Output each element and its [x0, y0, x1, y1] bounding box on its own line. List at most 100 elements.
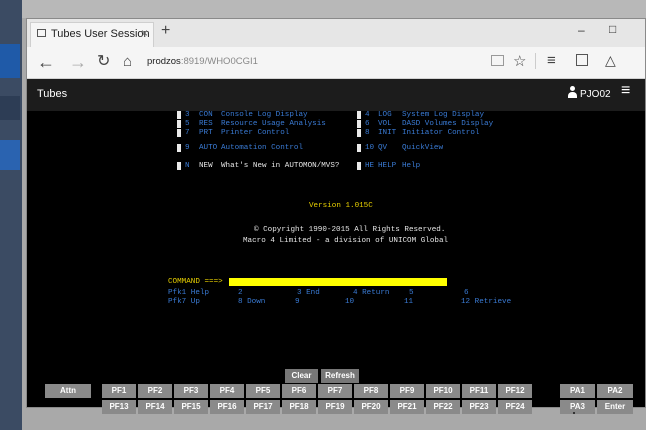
pf13-button[interactable]: PF13: [102, 400, 136, 414]
menu-option-code: INIT: [378, 129, 397, 137]
menu-option-code: PRT: [199, 129, 213, 137]
menu-option-description: Console Log Display: [221, 111, 308, 119]
tab-title: Tubes User Session: [51, 28, 150, 40]
pf-help-item: 12 Retrieve: [461, 298, 512, 306]
pf24-button[interactable]: PF24: [498, 400, 532, 414]
refresh-icon[interactable]: ↻: [97, 51, 110, 73]
toolbar-divider: [535, 53, 536, 69]
menu-option-code: CON: [199, 111, 213, 119]
url-field[interactable]: prodzos:8919/WHO0CGI1: [147, 56, 258, 67]
pf23-button[interactable]: PF23: [462, 400, 496, 414]
menu-option-description: System Log Display: [402, 111, 485, 119]
menu-option-description: What's New in AUTOMON/MVS?: [221, 162, 340, 170]
status-dot: [573, 412, 575, 414]
menu-option-key: 7: [185, 129, 190, 137]
home-icon[interactable]: ⌂: [123, 51, 132, 73]
menu-option-code: VOL: [378, 120, 392, 128]
pf11-button[interactable]: PF11: [462, 384, 496, 398]
refresh-button[interactable]: Refresh: [321, 369, 359, 383]
pf22-button[interactable]: PF22: [426, 400, 460, 414]
share-icon[interactable]: △: [605, 52, 616, 69]
pf-help-item: Pfk7 Up: [168, 298, 200, 306]
pf-help-item: 4 Return: [353, 289, 390, 297]
desktop-app-icon[interactable]: [0, 140, 20, 170]
pf6-button[interactable]: PF6: [282, 384, 316, 398]
app-title: Tubes: [37, 88, 68, 100]
company-text: Macro 4 Limited - a division of UNICOM G…: [243, 237, 449, 245]
app-header: Tubes PJO02 ≡: [27, 79, 645, 111]
pf-help-item: 11: [404, 298, 414, 306]
menu-option-key: 9: [185, 144, 190, 152]
pf-help-item: 2: [238, 289, 243, 297]
reading-view-icon[interactable]: [491, 55, 504, 66]
menu-select-field[interactable]: [357, 162, 361, 170]
new-tab-icon[interactable]: +: [161, 22, 170, 40]
menu-select-field[interactable]: [177, 120, 181, 128]
menu-option-description: Help: [402, 162, 421, 170]
menu-select-field[interactable]: [177, 129, 181, 137]
desktop-app-icon[interactable]: [0, 96, 20, 120]
pa1-button[interactable]: PA1: [560, 384, 595, 398]
pf14-button[interactable]: PF14: [138, 400, 172, 414]
menu-select-field[interactable]: [177, 144, 181, 152]
pf-help-item: 6: [464, 289, 469, 297]
pa2-button[interactable]: PA2: [597, 384, 633, 398]
menu-option-key: 3: [185, 111, 190, 119]
pf20-button[interactable]: PF20: [354, 400, 388, 414]
back-icon[interactable]: ←: [37, 51, 55, 73]
pf2-button[interactable]: PF2: [138, 384, 172, 398]
desktop-app-icon[interactable]: [0, 44, 20, 78]
menu-select-field[interactable]: [177, 111, 181, 119]
pf17-button[interactable]: PF17: [246, 400, 280, 414]
menu-option-code: LOG: [378, 111, 392, 119]
menu-select-field[interactable]: [177, 162, 181, 170]
pa3-button[interactable]: PA3: [560, 400, 595, 414]
pf15-button[interactable]: PF15: [174, 400, 208, 414]
pf12-button[interactable]: PF12: [498, 384, 532, 398]
enter-button[interactable]: Enter: [597, 400, 633, 414]
tab-bar: Tubes User Session × + – □: [27, 19, 645, 47]
favorite-star-icon[interactable]: ☆: [513, 52, 526, 70]
menu-option-key: 6: [365, 120, 370, 128]
pf16-button[interactable]: PF16: [210, 400, 244, 414]
desktop-top-strip: [0, 0, 646, 18]
pf4-button[interactable]: PF4: [210, 384, 244, 398]
forward-icon[interactable]: →: [69, 51, 87, 73]
attn-button[interactable]: Attn: [45, 384, 91, 398]
pf9-button[interactable]: PF9: [390, 384, 424, 398]
menu-select-field[interactable]: [357, 144, 361, 152]
close-tab-icon[interactable]: ×: [141, 26, 148, 40]
page-icon: [37, 29, 46, 37]
command-input[interactable]: [229, 278, 447, 286]
menu-option-code: NEW: [199, 162, 213, 170]
pf21-button[interactable]: PF21: [390, 400, 424, 414]
minimize-icon[interactable]: –: [578, 23, 585, 37]
web-note-icon[interactable]: [576, 54, 588, 66]
maximize-icon[interactable]: □: [609, 22, 616, 36]
menu-icon[interactable]: ≡: [621, 82, 630, 100]
address-bar: ← → ↻ ⌂ prodzos:8919/WHO0CGI1 ☆ ≡ △: [27, 47, 645, 79]
terminal-screen[interactable]: 3 CON Console Log Display 4 LOG System Log Di…: [27, 111, 645, 414]
pf10-button[interactable]: PF10: [426, 384, 460, 398]
pf19-button[interactable]: PF19: [318, 400, 352, 414]
pf7-button[interactable]: PF7: [318, 384, 352, 398]
menu-option-description: Printer Control: [221, 129, 290, 137]
pf3-button[interactable]: PF3: [174, 384, 208, 398]
menu-option-code: AUTO: [199, 144, 218, 152]
browser-tab[interactable]: Tubes User Session ×: [30, 22, 154, 47]
menu-option-key: 8: [365, 129, 370, 137]
hub-icon[interactable]: ≡: [547, 52, 556, 69]
clear-button[interactable]: Clear: [285, 369, 318, 383]
menu-option-description: QuickView: [402, 144, 444, 152]
menu-option-code: HELP: [378, 162, 397, 170]
menu-option-description: Initiator Control: [402, 129, 480, 137]
menu-select-field[interactable]: [357, 120, 361, 128]
menu-select-field[interactable]: [357, 129, 361, 137]
pf5-button[interactable]: PF5: [246, 384, 280, 398]
pf-help-item: 10: [345, 298, 355, 306]
pf8-button[interactable]: PF8: [354, 384, 388, 398]
menu-option-key: 5: [185, 120, 190, 128]
menu-select-field[interactable]: [357, 111, 361, 119]
pf1-button[interactable]: PF1: [102, 384, 136, 398]
pf18-button[interactable]: PF18: [282, 400, 316, 414]
